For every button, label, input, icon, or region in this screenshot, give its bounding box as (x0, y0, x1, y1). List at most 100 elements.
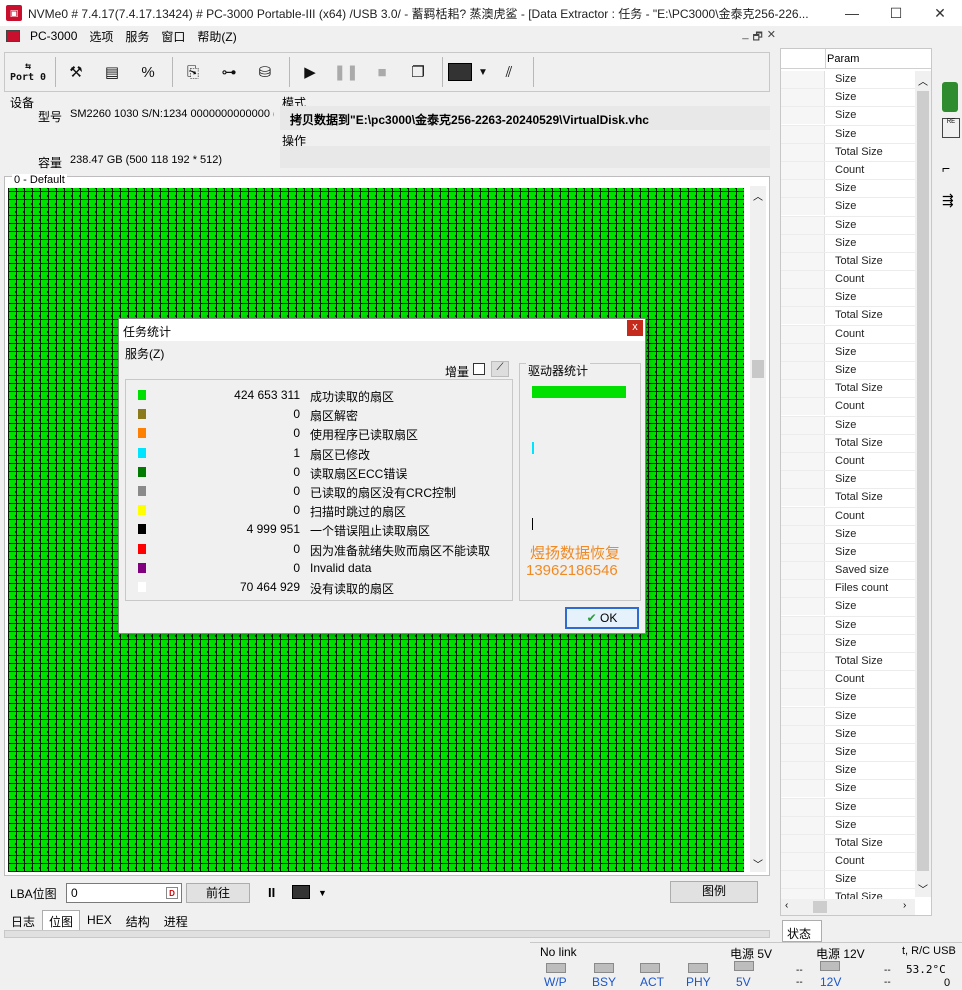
param-row[interactable]: Size (781, 634, 915, 653)
param-row[interactable]: Count (781, 271, 915, 290)
legend-button[interactable]: 图例 (670, 881, 758, 903)
cable-icon[interactable]: ⇶ (942, 192, 954, 209)
param-row[interactable]: Size (781, 362, 915, 381)
mdi-close-button[interactable]: ✕ (767, 28, 776, 47)
param-row[interactable]: Size (781, 89, 915, 108)
param-row[interactable]: Size (781, 198, 915, 217)
param-row[interactable]: Size (781, 234, 915, 253)
tab-log[interactable]: 日志 (4, 910, 42, 930)
minimize-button[interactable]: — (830, 0, 874, 26)
param-row[interactable]: Total Size (781, 834, 915, 854)
dialog-menu-service[interactable]: 服务(Z) (125, 345, 164, 362)
param-row[interactable]: Size (781, 616, 915, 635)
dec-hex-icon[interactable]: D (166, 887, 178, 899)
tab-hex[interactable]: HEX (80, 910, 119, 930)
param-row[interactable]: Size (781, 707, 915, 726)
image-icon[interactable] (447, 56, 473, 88)
param-row[interactable]: Total Size (781, 653, 915, 672)
map-scrollbar-thumb[interactable] (752, 360, 764, 378)
run-icon[interactable]: ⫽ (493, 56, 525, 88)
param-row[interactable]: Count (781, 671, 915, 690)
map-scrollbar[interactable]: ︿ ﹀ (750, 186, 766, 872)
param-row[interactable]: Saved size (781, 562, 915, 581)
scroll-down-icon[interactable]: ﹀ (918, 881, 928, 896)
tab-bottom-scrollbar[interactable] (4, 930, 770, 938)
reset-icon[interactable]: RE (942, 118, 960, 138)
menu-pc3000[interactable]: PC-3000 (24, 29, 83, 43)
scroll-up-icon[interactable]: ︿ (918, 73, 928, 88)
param-row[interactable]: Total Size (781, 143, 915, 162)
increment-checkbox[interactable] (473, 363, 485, 375)
goto-button[interactable]: 前往 (186, 883, 250, 903)
param-scrollbar-thumb[interactable] (917, 91, 929, 871)
param-row[interactable]: Size (781, 471, 915, 490)
param-row[interactable]: Total Size (781, 252, 915, 272)
dialog-close-button[interactable]: x (627, 320, 643, 336)
tab-bitmap[interactable]: 位图 (42, 910, 81, 930)
play-icon[interactable]: ▶ (294, 56, 326, 88)
menu-service[interactable]: 服务 (119, 28, 155, 45)
scroll-right-icon[interactable]: › (903, 900, 906, 911)
percent-icon[interactable]: % (132, 56, 164, 88)
param-row[interactable]: Size (781, 743, 915, 763)
param-row[interactable]: Count (781, 452, 915, 472)
disk-icon[interactable]: ⛁ (249, 56, 281, 88)
map-image-icon[interactable] (292, 885, 310, 899)
menu-options[interactable]: 选项 (83, 28, 119, 45)
param-row[interactable]: Size (781, 598, 915, 617)
lba-input[interactable]: 0 D (66, 883, 182, 903)
menu-help[interactable]: 帮助(Z) (191, 28, 242, 45)
menu-window[interactable]: 窗口 (155, 28, 191, 45)
dropdown-icon[interactable]: ▼ (477, 56, 489, 88)
param-row[interactable]: Count (781, 398, 915, 417)
param-row[interactable]: Size (781, 180, 915, 199)
binoculars-icon[interactable]: ⊶ (213, 56, 245, 88)
param-row[interactable]: Size (781, 871, 915, 890)
param-row[interactable]: Count (781, 325, 915, 344)
window-icon[interactable]: ❐ (402, 56, 434, 88)
param-row[interactable]: Size (781, 107, 915, 126)
ok-button[interactable]: ✔ OK (565, 607, 639, 629)
mdi-minimize-button[interactable]: _ (742, 28, 748, 47)
param-row[interactable]: Size (781, 416, 915, 435)
tools-icon[interactable]: ⚒ (60, 56, 92, 88)
param-row[interactable]: Files count (781, 580, 915, 599)
param-row[interactable]: Size (781, 216, 915, 235)
param-row[interactable]: Size (781, 762, 915, 781)
param-row[interactable]: Size (781, 816, 915, 835)
param-row[interactable]: Total Size (781, 307, 915, 326)
param-row[interactable]: Size (781, 525, 915, 544)
param-scrollbar[interactable]: ︿ ﹀ (915, 71, 931, 897)
param-row[interactable]: Total Size (781, 434, 915, 453)
param-row[interactable]: Size (781, 725, 915, 744)
param-row[interactable]: Count (781, 507, 915, 526)
tab-structure[interactable]: 结构 (119, 910, 157, 930)
mdi-restore-button[interactable]: 🗗 (752, 28, 762, 47)
maximize-button[interactable]: ☐ (874, 0, 918, 26)
copy-icon[interactable]: ⎘ (177, 56, 209, 88)
status-tab[interactable]: 状态 (782, 920, 822, 942)
param-row[interactable]: Size (781, 125, 915, 144)
param-row[interactable]: Total Size (781, 380, 915, 399)
param-row[interactable]: Size (781, 343, 915, 362)
map-pause-button[interactable]: II (268, 885, 275, 900)
param-row[interactable]: Size (781, 689, 915, 708)
param-row[interactable]: Size (781, 780, 915, 799)
chart-icon[interactable]: ⟋ (491, 361, 509, 377)
map-dropdown-icon[interactable]: ▼ (318, 888, 327, 898)
param-row[interactable]: Size (781, 289, 915, 308)
param-row[interactable]: Size (781, 798, 915, 817)
close-button[interactable]: ✕ (918, 0, 962, 26)
param-row[interactable]: Count (781, 161, 915, 181)
pause-icon[interactable]: ❚❚ (330, 56, 362, 88)
param-hscrollbar-thumb[interactable] (813, 901, 827, 913)
stop-icon[interactable]: ■ (366, 56, 398, 88)
scroll-down-icon[interactable]: ﹀ (753, 856, 763, 871)
param-row[interactable]: Size (781, 71, 915, 90)
power-icon[interactable]: ⌐ (942, 160, 950, 176)
tab-process[interactable]: 进程 (157, 910, 195, 930)
param-row[interactable]: Total Size (781, 489, 915, 508)
scroll-left-icon[interactable]: ‹ (785, 900, 788, 911)
battery-icon[interactable] (942, 82, 958, 112)
chip-icon[interactable]: ▤ (96, 56, 128, 88)
